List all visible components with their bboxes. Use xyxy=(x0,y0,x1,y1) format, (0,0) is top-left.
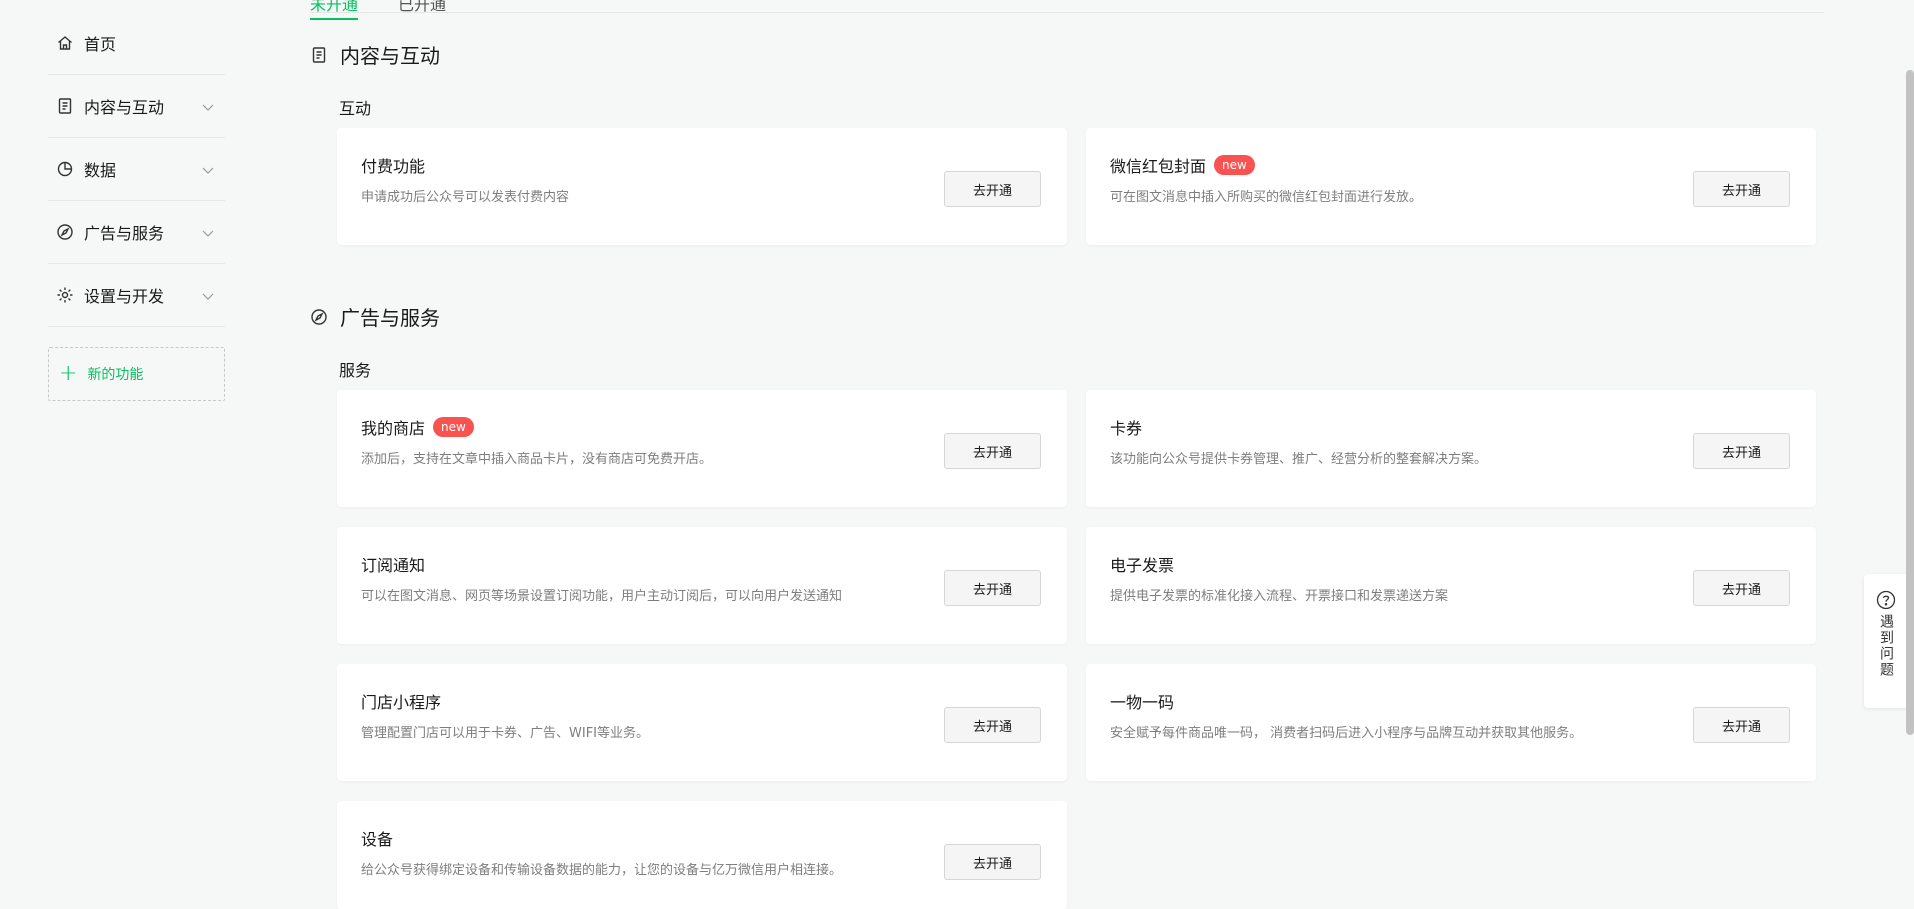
document-icon xyxy=(56,97,74,115)
compass-icon xyxy=(56,223,74,241)
feature-card: 电子发票 提供电子发票的标准化接入流程、开票接口和发票递送方案 去开通 xyxy=(1086,527,1816,644)
plus-icon: + xyxy=(59,361,78,386)
feature-name: 一物一码 xyxy=(1110,689,1174,713)
feature-name-text: 我的商店 xyxy=(361,419,426,438)
compass-icon xyxy=(310,308,328,326)
tab-bar: 未开通 已开通 xyxy=(310,0,1824,20)
feature-desc: 该功能向公众号提供卡券管理、推广、经营分析的整套解决方案。 xyxy=(1110,452,1488,467)
sidebar-item-content[interactable]: 内容与互动 xyxy=(48,75,225,138)
home-icon xyxy=(56,34,74,52)
feature-name: 订阅通知 xyxy=(361,552,425,576)
question-circle-icon xyxy=(1876,590,1896,610)
chevron-down-icon xyxy=(202,230,214,237)
new-badge: new xyxy=(1214,155,1255,175)
feature-name-text: 付费功能 xyxy=(361,157,426,176)
feature-card: 一物一码 安全赋予每件商品唯一码， 消费者扫码后进入小程序与品牌互动并获取其他服… xyxy=(1086,664,1816,781)
subsection-title: 互动 xyxy=(339,99,372,118)
enable-button[interactable]: 去开通 xyxy=(944,171,1041,207)
feature-name-text: 门店小程序 xyxy=(361,693,442,712)
section-title-text: 广告与服务 xyxy=(340,306,440,330)
section-title-text: 内容与互动 xyxy=(340,44,440,68)
enable-button[interactable]: 去开通 xyxy=(1693,433,1790,469)
feature-desc: 可在图文消息中插入所购买的微信红包封面进行发放。 xyxy=(1110,190,1423,205)
feature-desc: 给公众号获得绑定设备和传输设备数据的能力，让您的设备与亿万微信用户相连接。 xyxy=(361,863,843,878)
help-label: 遇到问题 xyxy=(1878,614,1894,678)
sidebar: 首页 内容与互动 数据 广告与服务 设置与开发 + 新的功能 xyxy=(48,0,225,401)
enable-button[interactable]: 去开通 xyxy=(1693,171,1790,207)
feature-name-text: 卡券 xyxy=(1110,419,1143,438)
document-icon xyxy=(310,46,328,64)
pie-chart-icon xyxy=(56,160,74,178)
enable-button[interactable]: 去开通 xyxy=(1693,707,1790,743)
feature-name: 我的商店 new xyxy=(361,415,474,439)
feature-name: 卡券 xyxy=(1110,415,1142,439)
sidebar-item-label: 内容与互动 xyxy=(84,98,165,117)
feature-card: 微信红包封面 new 可在图文消息中插入所购买的微信红包封面进行发放。 去开通 xyxy=(1086,128,1816,245)
gear-icon xyxy=(56,286,74,304)
feature-desc: 提供电子发票的标准化接入流程、开票接口和发票递送方案 xyxy=(1110,589,1449,604)
feature-name: 门店小程序 xyxy=(361,689,441,713)
new-function-label: 新的功能 xyxy=(87,367,144,383)
sidebar-item-label: 首页 xyxy=(84,35,117,54)
feature-name: 付费功能 xyxy=(361,153,425,177)
feature-name-text: 设备 xyxy=(361,830,394,849)
section-title-ads: 广告与服务 xyxy=(310,302,440,331)
feature-card: 付费功能 申请成功后公众号可以发表付费内容 去开通 xyxy=(337,128,1067,245)
sidebar-item-label: 设置与开发 xyxy=(84,287,165,306)
tab-opened[interactable]: 已开通 xyxy=(398,0,446,15)
sidebar-item-label: 广告与服务 xyxy=(84,224,165,243)
feature-name: 电子发票 xyxy=(1110,552,1174,576)
feature-name-text: 电子发票 xyxy=(1110,556,1175,575)
new-function-button[interactable]: + 新的功能 xyxy=(48,347,225,401)
help-widget[interactable]: 遇到问题 xyxy=(1864,574,1908,708)
sidebar-item-settings[interactable]: 设置与开发 xyxy=(48,264,225,327)
feature-name-text: 微信红包封面 xyxy=(1110,157,1207,176)
chevron-down-icon xyxy=(202,104,214,111)
feature-desc: 可以在图文消息、网页等场景设置订阅功能，用户主动订阅后，可以向用户发送通知 xyxy=(361,589,843,604)
new-badge: new xyxy=(433,417,474,437)
feature-name: 微信红包封面 new xyxy=(1110,153,1255,177)
sidebar-item-label: 数据 xyxy=(84,161,117,180)
feature-card: 设备 给公众号获得绑定设备和传输设备数据的能力，让您的设备与亿万微信用户相连接。… xyxy=(337,801,1067,909)
feature-desc: 申请成功后公众号可以发表付费内容 xyxy=(361,190,570,205)
feature-card: 门店小程序 管理配置门店可以用于卡券、广告、WIFI等业务。 去开通 xyxy=(337,664,1067,781)
enable-button[interactable]: 去开通 xyxy=(944,433,1041,469)
feature-desc: 添加后，支持在文章中插入商品卡片，没有商店可免费开店。 xyxy=(361,452,713,467)
feature-card: 订阅通知 可以在图文消息、网页等场景设置订阅功能，用户主动订阅后，可以向用户发送… xyxy=(337,527,1067,644)
feature-card: 卡券 该功能向公众号提供卡券管理、推广、经营分析的整套解决方案。 去开通 xyxy=(1086,390,1816,507)
enable-button[interactable]: 去开通 xyxy=(944,570,1041,606)
sidebar-item-data[interactable]: 数据 xyxy=(48,138,225,201)
chevron-down-icon xyxy=(202,293,214,300)
enable-button[interactable]: 去开通 xyxy=(944,707,1041,743)
subsection-title: 服务 xyxy=(339,361,372,380)
feature-name-text: 一物一码 xyxy=(1110,693,1175,712)
section-title-content: 内容与互动 xyxy=(310,40,440,69)
feature-name-text: 订阅通知 xyxy=(361,556,426,575)
sidebar-item-ads[interactable]: 广告与服务 xyxy=(48,201,225,264)
feature-desc: 安全赋予每件商品唯一码， 消费者扫码后进入小程序与品牌互动并获取其他服务。 xyxy=(1110,726,1583,741)
scrollbar-thumb[interactable] xyxy=(1906,70,1914,735)
feature-name: 设备 xyxy=(361,826,393,850)
sidebar-item-home[interactable]: 首页 xyxy=(48,0,225,75)
enable-button[interactable]: 去开通 xyxy=(944,844,1041,880)
tab-not-opened[interactable]: 未开通 xyxy=(310,0,359,20)
feature-card: 我的商店 new 添加后，支持在文章中插入商品卡片，没有商店可免费开店。 去开通 xyxy=(337,390,1067,507)
enable-button[interactable]: 去开通 xyxy=(1693,570,1790,606)
chevron-down-icon xyxy=(202,167,214,174)
feature-desc: 管理配置门店可以用于卡券、广告、WIFI等业务。 xyxy=(361,726,649,741)
